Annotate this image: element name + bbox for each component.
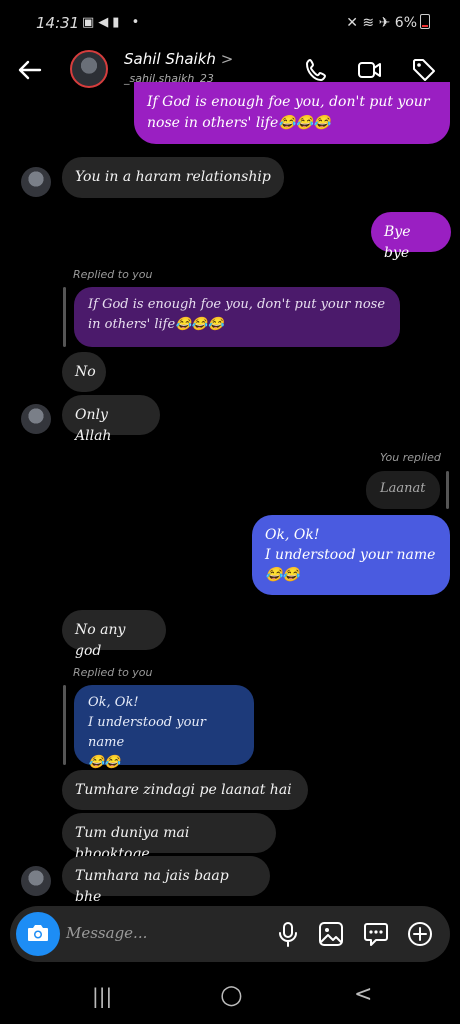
incoming-message[interactable]: You in a haram relationship xyxy=(62,157,284,198)
phone-icon[interactable] xyxy=(303,56,331,84)
camera-button[interactable] xyxy=(16,912,60,956)
outgoing-message[interactable]: Ok, Ok! I understood your name 😂😂 xyxy=(252,515,450,595)
reply-label: Replied to you xyxy=(73,666,153,679)
battery-percent: 6% xyxy=(394,15,417,31)
quoted-message[interactable]: Ok, Ok! I understood your name 😂😂 xyxy=(74,685,254,770)
contact-name[interactable]: Sahil Shaikh > xyxy=(124,50,233,68)
outgoing-message[interactable]: Bye bye xyxy=(371,212,451,261)
reply-bar xyxy=(446,471,449,509)
mic-icon[interactable] xyxy=(274,920,302,948)
reply-bar xyxy=(63,685,66,765)
avatar xyxy=(21,167,51,197)
back-button[interactable]: < xyxy=(354,982,372,1007)
outgoing-message[interactable]: If God is enough foe you, don't put your… xyxy=(134,82,450,144)
incoming-message[interactable]: Only Allah xyxy=(62,395,160,444)
incoming-message[interactable]: Tumhara na jais baap bhe xyxy=(62,856,270,905)
sticker-icon[interactable] xyxy=(362,920,390,948)
reply-bar xyxy=(63,287,66,347)
avatar[interactable] xyxy=(70,50,108,88)
battery-icon xyxy=(420,14,430,29)
incoming-message[interactable]: Tumhare zindagi pe laanat hai xyxy=(62,770,308,810)
incoming-message[interactable]: Tum duniya mai bhooktoge xyxy=(62,813,276,862)
wifi-icon: ≋ xyxy=(362,15,375,31)
camera-icon xyxy=(28,925,48,941)
tag-icon[interactable] xyxy=(410,56,438,84)
avatar xyxy=(21,866,51,896)
video-icon[interactable] xyxy=(356,56,384,84)
reply-label: You replied xyxy=(380,451,441,464)
notification-icons: ▣◀▮ • xyxy=(82,15,144,30)
status-right: ✕ ≋ ✈ 6% xyxy=(346,14,430,31)
message-composer: Message... xyxy=(10,906,450,962)
mute-icon: ✕ xyxy=(346,15,358,31)
avatar xyxy=(21,404,51,434)
system-nav-bar: ||| ○ < xyxy=(0,976,460,1024)
home-button[interactable]: ○ xyxy=(220,980,243,1010)
status-bar: 14:31 ▣◀▮ • ✕ ≋ ✈ 6% xyxy=(0,0,460,48)
reply-label: Replied to you xyxy=(73,268,153,281)
airplane-icon: ✈ xyxy=(378,15,391,31)
status-time: 14:31 xyxy=(36,14,80,32)
incoming-message[interactable]: No xyxy=(62,352,106,392)
chevron-right-icon: > xyxy=(220,50,234,68)
quoted-message[interactable]: If God is enough foe you, don't put your… xyxy=(74,287,400,347)
plus-icon[interactable] xyxy=(406,920,434,948)
back-arrow-icon[interactable] xyxy=(16,56,44,84)
quoted-message[interactable]: Laanat xyxy=(366,471,440,509)
incoming-message[interactable]: No any god xyxy=(62,610,166,659)
message-input[interactable]: Message... xyxy=(66,924,147,942)
gallery-icon[interactable] xyxy=(317,920,345,948)
recent-apps-button[interactable]: ||| xyxy=(92,984,112,1008)
